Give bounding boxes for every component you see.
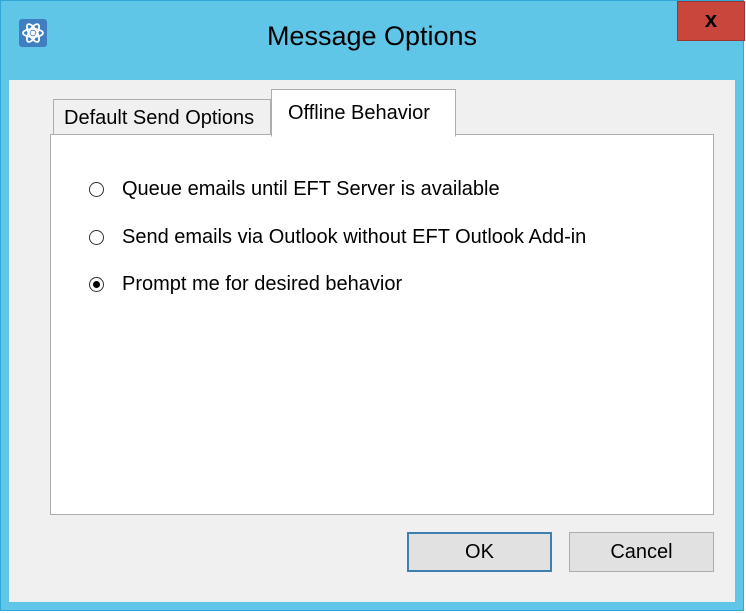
close-button[interactable]: x: [677, 1, 745, 41]
radio-queue-emails[interactable]: [89, 181, 104, 197]
cancel-button[interactable]: Cancel: [569, 532, 714, 572]
window-frame-bottom: [1, 602, 743, 610]
option-queue-emails[interactable]: Queue emails until EFT Server is availab…: [89, 174, 500, 204]
offline-behavior-panel: Queue emails until EFT Server is availab…: [50, 134, 714, 515]
window-frame-left: [1, 80, 9, 610]
ok-button[interactable]: OK: [407, 532, 552, 572]
radio-send-via-outlook[interactable]: [89, 229, 104, 245]
window-title: Message Options: [266, 21, 478, 51]
option-queue-emails-label: Queue emails until EFT Server is availab…: [122, 177, 500, 200]
option-send-via-outlook[interactable]: Send emails via Outlook without EFT Outl…: [89, 222, 586, 252]
message-options-dialog: Message Options x Default Send Options O…: [0, 0, 745, 611]
radio-prompt-me[interactable]: [89, 276, 104, 292]
title-bar[interactable]: Message Options x: [1, 1, 745, 80]
tab-default-send-options[interactable]: Default Send Options: [53, 99, 271, 135]
close-icon: x: [704, 7, 718, 32]
tab-offline-behavior[interactable]: Offline Behavior: [271, 89, 456, 137]
option-prompt-me-label: Prompt me for desired behavior: [122, 272, 403, 295]
option-prompt-me[interactable]: Prompt me for desired behavior: [89, 269, 402, 299]
window-frame-right: [735, 80, 743, 610]
option-send-via-outlook-label: Send emails via Outlook without EFT Outl…: [122, 225, 587, 248]
